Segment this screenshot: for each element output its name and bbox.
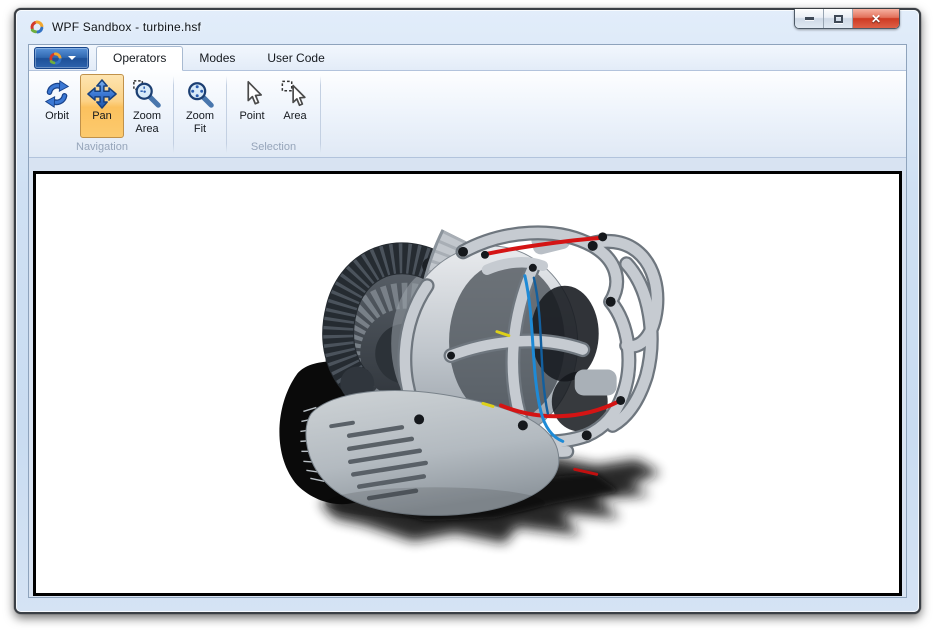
pan-button[interactable]: Pan	[80, 74, 124, 138]
close-icon: ✕	[871, 13, 881, 25]
minimize-button[interactable]	[795, 9, 824, 28]
ribbon-group-navigation: Orbit Pan	[32, 73, 172, 157]
window-controls: ✕	[794, 9, 900, 29]
maximize-button[interactable]	[824, 9, 853, 28]
group-separator	[226, 76, 227, 153]
pan-icon	[86, 78, 118, 110]
chevron-down-icon	[68, 56, 76, 60]
ribbon-group-zoom-fit: ZoomFit	[175, 73, 225, 157]
minimize-icon	[805, 17, 814, 20]
group-separator	[173, 76, 174, 153]
point-select-button[interactable]: Point	[231, 74, 273, 138]
ribbon-tab-row: Operators Modes User Code	[29, 45, 906, 71]
window-title: WPF Sandbox - turbine.hsf	[52, 20, 201, 34]
app-swirl-icon	[29, 19, 45, 35]
tab-operators[interactable]: Operators	[96, 46, 183, 71]
titlebar: WPF Sandbox - turbine.hsf	[16, 10, 919, 44]
app-swirl-icon	[48, 51, 63, 66]
orbit-button[interactable]: Orbit	[35, 74, 79, 138]
window-glass-frame: WPF Sandbox - turbine.hsf ✕	[16, 10, 919, 612]
close-button[interactable]: ✕	[853, 9, 899, 28]
point-cursor-icon	[236, 78, 268, 110]
content-frame: Operators Modes User Code	[28, 44, 907, 598]
zoom-fit-button[interactable]: ZoomFit	[178, 74, 222, 138]
group-label-selection: Selection	[228, 140, 319, 155]
zoom-fit-icon	[184, 78, 216, 110]
turbine-model-render	[36, 174, 899, 593]
client-area	[29, 158, 906, 597]
zoom-area-icon	[131, 78, 163, 110]
tab-modes[interactable]: Modes	[183, 47, 251, 70]
group-label-empty	[175, 140, 225, 155]
zoom-area-button[interactable]: ZoomArea	[125, 74, 169, 138]
area-select-button[interactable]: Area	[274, 74, 316, 138]
group-separator	[320, 76, 321, 153]
ribbon-toolbar: Orbit Pan	[29, 71, 906, 158]
area-cursor-icon	[279, 78, 311, 110]
group-label-navigation: Navigation	[32, 140, 172, 155]
model-viewport[interactable]	[33, 171, 902, 596]
application-window: WPF Sandbox - turbine.hsf ✕	[14, 8, 921, 614]
maximize-icon	[834, 15, 843, 23]
application-menu-button[interactable]	[34, 47, 89, 69]
ribbon-group-selection: Point Area Selection	[228, 73, 319, 157]
tab-user-code[interactable]: User Code	[251, 47, 340, 70]
orbit-icon	[41, 78, 73, 110]
